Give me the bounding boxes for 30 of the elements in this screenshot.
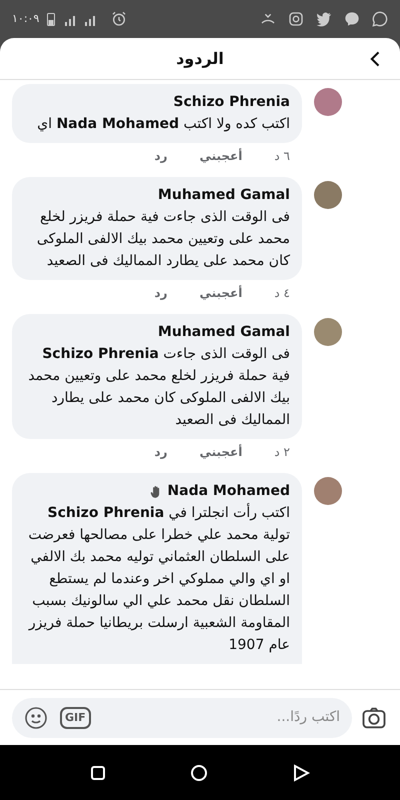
page-title: الردود <box>176 48 224 70</box>
timestamp: ٦ د <box>274 148 290 165</box>
reply-link[interactable]: رد <box>154 284 168 302</box>
avatar[interactable] <box>314 318 342 346</box>
home-icon[interactable] <box>190 764 208 782</box>
chat-bubble-icon <box>344 11 360 27</box>
avatar[interactable] <box>314 477 342 505</box>
avatar[interactable] <box>314 88 342 116</box>
like-link[interactable]: أعجبني <box>199 284 242 302</box>
battery-icon <box>47 12 56 26</box>
clock: ١٠:٠٩ <box>12 10 40 27</box>
timestamp: ٢ د <box>274 444 290 461</box>
author-name[interactable]: Nada Mohamed <box>167 481 290 502</box>
timestamp: ٤ د <box>274 285 290 302</box>
reply-link[interactable]: رد <box>154 443 168 461</box>
author-name[interactable]: Muhamed Gamal <box>158 322 290 343</box>
author-name[interactable]: Muhamed Gamal <box>158 185 290 206</box>
back-triangle-icon[interactable] <box>292 764 310 782</box>
comment-text: فى الوقت الذى جاءت فية حملة فريزر لخلع محمد على وتعيين محمد بيك الالفى الملوكى كان محمد على يطارد المماليك فى الصعيد <box>36 208 290 271</box>
smiley-icon[interactable] <box>24 706 48 730</box>
camera-app-icon <box>288 11 304 27</box>
recents-icon[interactable] <box>90 764 106 780</box>
gif-button[interactable]: GIF <box>60 706 91 728</box>
reply-link[interactable]: رد <box>154 147 168 165</box>
like-link[interactable]: أعجبني <box>199 147 242 165</box>
bird-icon <box>316 11 332 27</box>
alarm-icon <box>111 11 128 27</box>
avatar[interactable] <box>314 181 342 209</box>
author-name[interactable]: Schizo Phrenia <box>173 92 290 113</box>
like-link[interactable]: أعجبني <box>199 443 242 461</box>
